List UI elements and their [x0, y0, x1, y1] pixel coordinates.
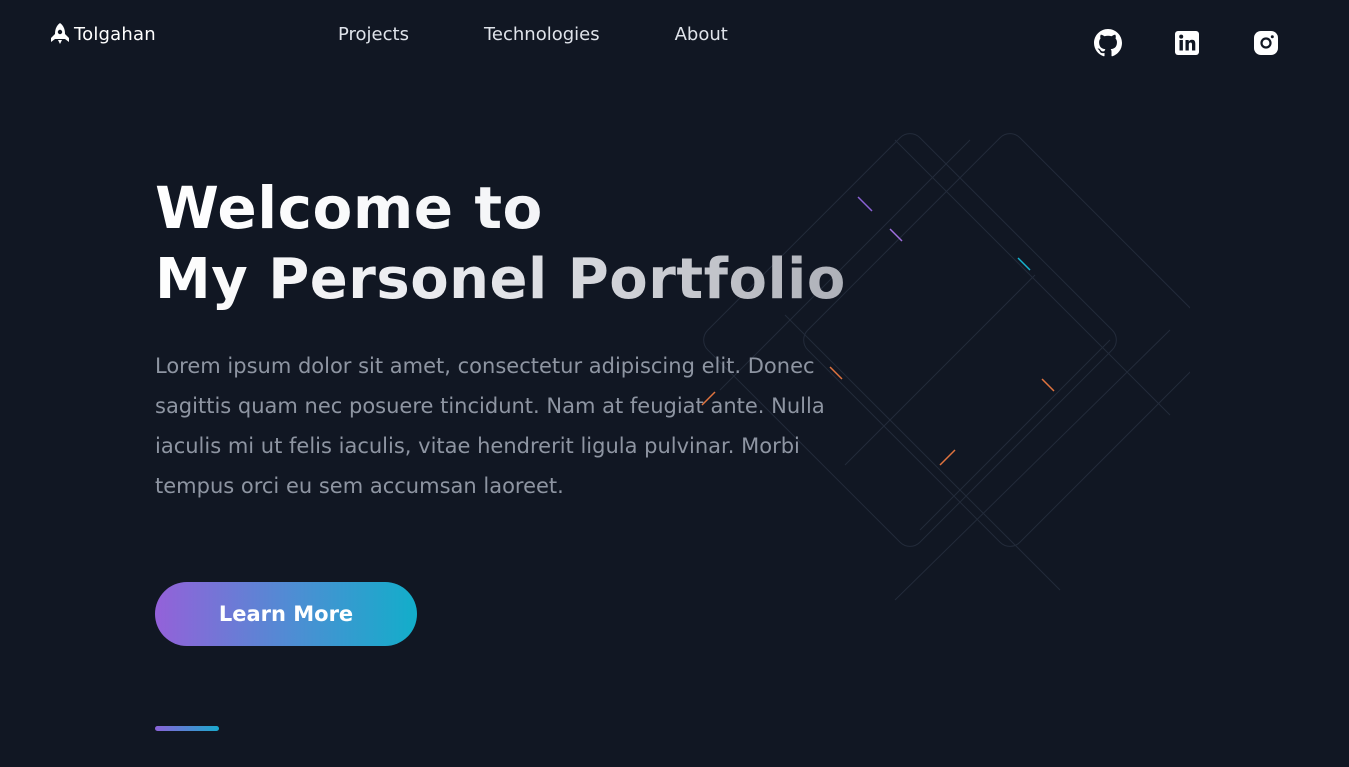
linkedin-icon	[1175, 31, 1199, 55]
instagram-icon	[1254, 31, 1278, 55]
nav-about[interactable]: About	[675, 24, 728, 45]
social-links	[1094, 29, 1280, 57]
github-link[interactable]	[1094, 29, 1122, 57]
nav-technologies[interactable]: Technologies	[484, 24, 600, 45]
github-icon	[1094, 29, 1122, 57]
logo-text: Tolgahan	[74, 23, 156, 45]
hero-title-line1: Welcome to	[155, 172, 875, 244]
hero-description: Lorem ipsum dolor sit amet, consectetur …	[155, 354, 825, 498]
logo[interactable]: Tolgahan	[50, 22, 156, 46]
main-nav: Projects Technologies About	[338, 24, 728, 45]
page: Tolgahan Projects Technologies About Wel…	[0, 0, 1349, 767]
linkedin-link[interactable]	[1173, 29, 1201, 57]
instagram-link[interactable]	[1252, 29, 1280, 57]
nav-projects[interactable]: Projects	[338, 24, 409, 45]
section-divider	[155, 726, 219, 731]
hero-title: Welcome to My Personel Portfolio	[155, 172, 875, 316]
hero-title-line2: My Personel Portfolio	[155, 244, 875, 316]
rocket-icon	[51, 23, 69, 44]
learn-more-button[interactable]: Learn More	[155, 582, 417, 646]
